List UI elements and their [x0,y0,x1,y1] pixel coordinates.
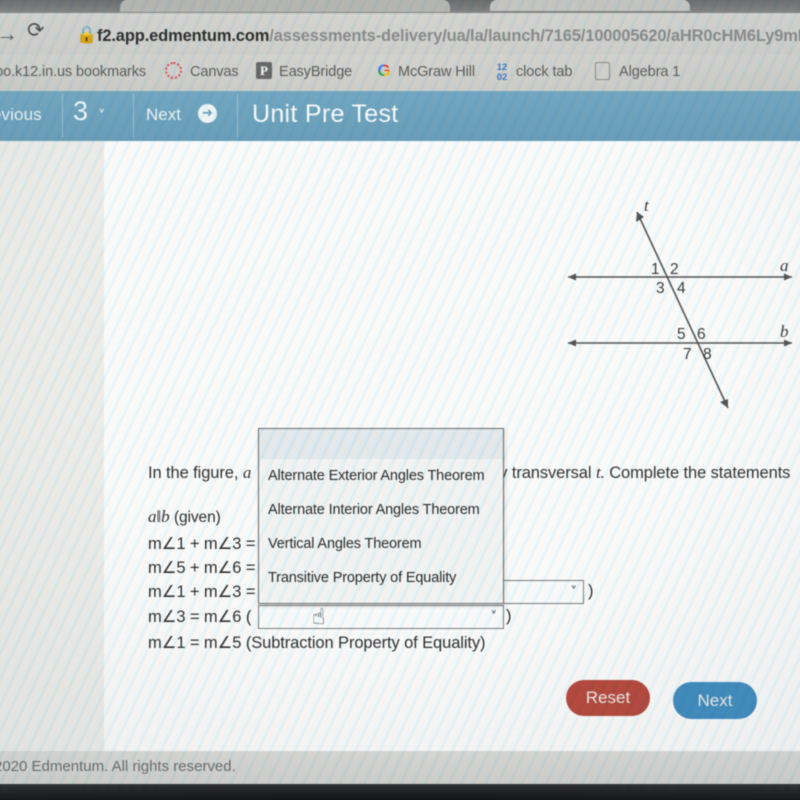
monitor-bezel [0,784,800,800]
figure-svg [568,211,792,409]
bookmark-mcgraw-hill[interactable]: McGraw Hill [398,64,475,80]
chevron-down-icon[interactable]: ˅ [491,610,498,625]
lock-icon[interactable]: 🔒 [76,26,97,43]
label-transversal-t: t [644,196,649,215]
select-top[interactable]: ˅ [498,580,584,604]
angle-label-5: 5 [677,326,686,343]
previous-button[interactable]: evious [0,105,42,125]
reload-icon[interactable]: ⟳ [27,20,45,41]
navbar-divider [133,94,134,138]
select-top-paren: ) [588,582,594,600]
statement-1: m∠1 + m∠3 = [148,535,256,553]
angle-label-8: 8 [703,346,712,363]
question-number: 3 [73,96,89,126]
pointer-cursor: ☝ [312,605,326,630]
angle-label-1: 1 [651,261,660,278]
angle-label-2: 2 [670,261,679,278]
bookmark-canvas[interactable]: Canvas [190,64,239,80]
clock-icon: 12 02 [493,62,511,83]
page-title: Unit Pre Test [252,100,399,128]
screenshot-root: → ⟳ 🔒 f2.app.edmentum.com/assessments-de… [0,0,800,800]
google-icon: G [375,62,393,80]
reset-button[interactable]: Reset [566,680,650,716]
page-footer: 2020 Edmentum. All rights reserved. [0,751,800,784]
chevron-down-icon[interactable]: ˅ [98,107,106,125]
label-line-a: a [780,256,789,275]
bookmark-easybridge[interactable]: EasyBridge [279,64,352,80]
forward-arrow-icon[interactable]: → [0,23,18,45]
statement-given: a‖b (given) [148,507,221,527]
dropdown-menu[interactable]: Alternate Exterior Angles Theorem Altern… [258,428,504,604]
angle-label-4: 4 [677,280,686,297]
browser-tab[interactable] [490,0,690,11]
intro-before: In the figure, [148,464,239,482]
geometry-figure: t a b 1 2 3 4 5 6 7 8 [540,190,800,425]
given-parallel-expr: a‖b [148,507,170,526]
easybridge-icon: P [256,62,272,79]
statement-3: m∠1 + m∠3 = [148,583,256,601]
browser-tab[interactable] [120,0,450,12]
browser-toolbar: → ⟳ 🔒 f2.app.edmentum.com/assessments-de… [0,13,800,55]
page-gutter [0,141,104,751]
statement-2: m∠5 + m∠6 = [148,559,256,577]
document-icon [595,62,610,80]
select-bottom[interactable]: ˅ [258,605,504,629]
label-line-b: b [780,322,789,341]
chevron-down-icon[interactable]: ˅ [571,585,578,600]
angle-label-3: 3 [656,280,665,297]
copyright-text: 2020 Edmentum. All rights reserved. [0,758,236,775]
angle-label-6: 6 [697,326,706,343]
bookmarks-bar: lpo.k12.in.us bookmarks Canvas P EasyBri… [0,55,800,91]
address-bar[interactable]: f2.app.edmentum.com/assessments-delivery… [97,27,800,46]
intro-tail: Complete the statements [609,464,791,482]
select-bottom-paren: ) [506,607,512,625]
given-label: (given) [173,509,221,526]
url-domain: f2.app.edmentum.com [97,27,270,45]
url-path: /assessments-delivery/ua/la/launch/7165/… [269,27,800,45]
canvas-icon [165,62,182,79]
bookmark-clock-tab[interactable]: clock tab [516,64,572,80]
intro-line-t: t. [595,463,605,482]
arrow-right-circle-icon[interactable]: ➜ [198,104,217,123]
statement-5: m∠1 = m∠5 (Subtraction Property of Equal… [148,634,486,652]
next-button[interactable]: Next [673,682,757,719]
bookmark-folder-label[interactable]: lpo.k12.in.us bookmarks [0,64,146,80]
intro-line-a: a [242,463,252,482]
dropdown-option-transitive-property[interactable]: Transitive Property of Equality [259,561,503,595]
navbar-divider [237,94,238,138]
angle-label-7: 7 [683,346,692,363]
next-nav-button[interactable]: Next [146,105,181,125]
bookmark-algebra-1[interactable]: Algebra 1 [619,64,680,80]
navbar-divider [62,94,63,138]
assessment-navbar: evious 3 ˅ Next ➜ Unit Pre Test [0,91,800,141]
dropdown-option-alternate-exterior[interactable]: Alternate Exterior Angles Theorem [259,459,503,493]
dropdown-option-vertical-angles[interactable]: Vertical Angles Theorem [259,527,503,561]
intro-after: y transversal [499,464,592,482]
clock-icon-bottom: 02 [496,71,508,83]
dropdown-blank-option[interactable] [259,429,503,459]
statement-4: m∠3 = m∠6 ( [148,608,252,626]
dropdown-option-alternate-interior[interactable]: Alternate Interior Angles Theorem [259,493,503,527]
